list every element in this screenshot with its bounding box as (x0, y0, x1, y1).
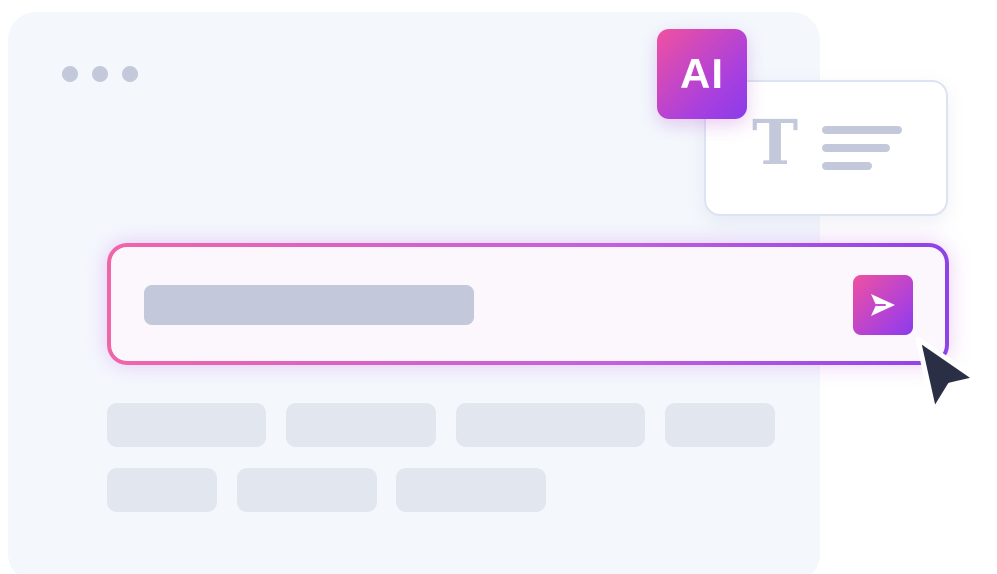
suggestion-chip[interactable] (107, 468, 217, 512)
suggestion-chip[interactable] (665, 403, 775, 447)
window-dot-icon[interactable] (92, 66, 108, 82)
suggestion-chip[interactable] (107, 403, 266, 447)
window-dot-icon[interactable] (62, 66, 78, 82)
prompt-input-frame (107, 243, 949, 365)
suggestion-chip[interactable] (396, 468, 546, 512)
text-line (822, 162, 872, 170)
send-icon (871, 294, 895, 316)
mouse-pointer-icon (915, 336, 979, 414)
suggestion-chip[interactable] (286, 403, 436, 447)
text-lines-icon (822, 126, 902, 180)
illustration-stage: T AI (0, 0, 997, 574)
suggestion-chip[interactable] (456, 403, 645, 447)
ai-badge: AI (657, 29, 747, 119)
window-dot-icon[interactable] (122, 66, 138, 82)
text-line (822, 144, 890, 152)
prompt-input[interactable] (111, 247, 945, 361)
window-controls (62, 66, 138, 82)
text-format-icon: T (752, 106, 799, 179)
prompt-placeholder-bar (144, 285, 474, 325)
send-button[interactable] (853, 275, 913, 335)
suggestion-chip[interactable] (237, 468, 377, 512)
text-line (822, 126, 902, 134)
